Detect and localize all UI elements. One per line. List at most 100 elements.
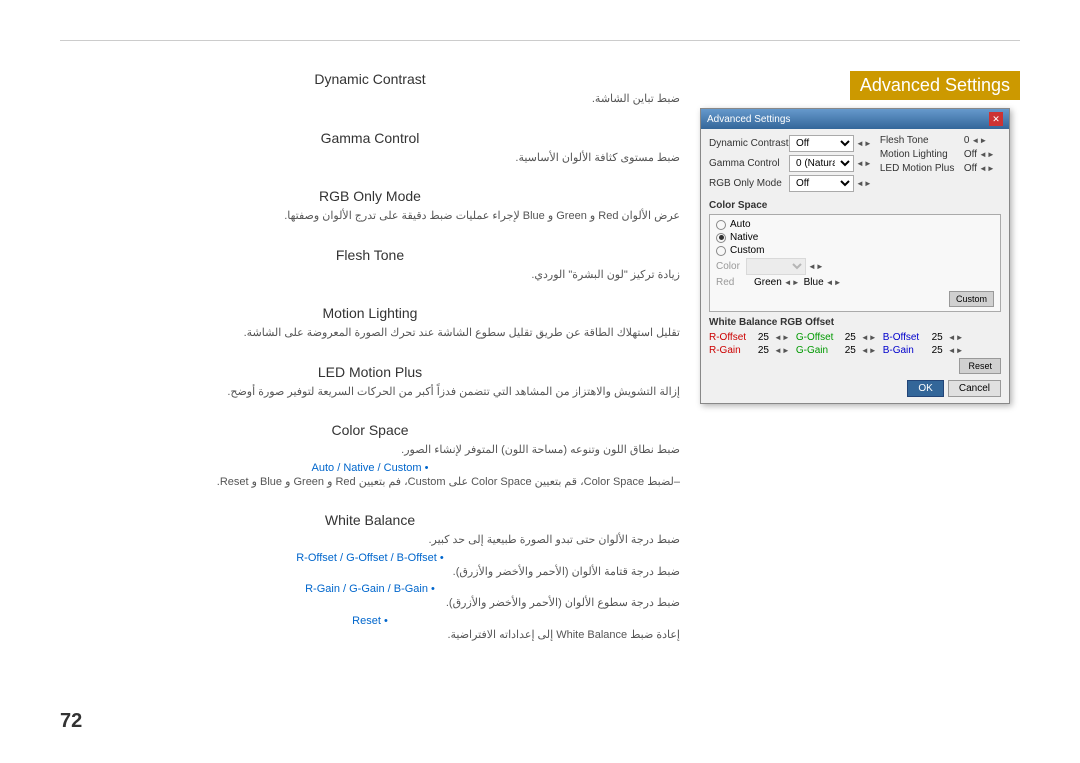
- cancel-button[interactable]: Cancel: [948, 380, 1001, 397]
- wb-reset-button[interactable]: Reset: [959, 358, 1001, 374]
- section-gamma-control: Gamma Control ضبط مستوى كثافة الألوان ال…: [60, 130, 680, 167]
- g-gain-label: G-Gain: [796, 345, 836, 356]
- r-gain-val: 25: [749, 345, 769, 356]
- section-color-space: Color Space ضبط نطاق اللون وتنوعه (مساحة…: [60, 422, 680, 490]
- blue-arrows: ◄►: [826, 278, 842, 287]
- wb-offset-links: R-Offset / G-Offset / B-Offset •: [60, 552, 680, 564]
- section-title-dynamic-contrast: Dynamic Contrast: [60, 71, 680, 87]
- dialog-top-rows: Dynamic Contrast Off ◄► Gamma Control: [709, 135, 1001, 195]
- color-space-box: Auto Native Custom Color: [709, 214, 1001, 312]
- wb-gain-row: R-Gain 25 ◄► G-Gain 25 ◄► B-Gain 25 ◄►: [709, 345, 1001, 356]
- b-gain-label: B-Gain: [883, 345, 923, 356]
- page-container: Dynamic Contrast ضبط تباين الشاشة. Gamma…: [0, 0, 1080, 763]
- right-panel: Advanced Settings Advanced Settings ✕: [700, 71, 1020, 665]
- wb-section: R-Offset 25 ◄► G-Offset 25 ◄► B-Offset 2…: [709, 332, 1001, 374]
- r-gain-arrows: ◄►: [774, 346, 790, 355]
- dialog-row-gamma: Gamma Control 0 (Natural) ◄►: [709, 155, 872, 172]
- advanced-settings-dialog: Advanced Settings ✕ Dynamic Contrast Off: [700, 108, 1010, 404]
- g-offset-arrows: ◄►: [861, 333, 877, 342]
- rgb-label: RGB Only Mode: [709, 178, 789, 189]
- gamma-label: Gamma Control: [709, 158, 789, 169]
- blue-label-inline: Blue: [804, 277, 824, 288]
- left-content: Dynamic Contrast ضبط تباين الشاشة. Gamma…: [60, 71, 680, 665]
- r-gain-label: R-Gain: [709, 345, 749, 356]
- color-arrows: ◄►: [808, 262, 824, 271]
- section-white-balance: White Balance ضبط درجة الألوان حتى تبدو …: [60, 512, 680, 643]
- flesh-arrows: ◄►: [971, 136, 987, 145]
- section-desc-color-space: ضبط نطاق اللون وتنوعه (مساحة اللون) المت…: [60, 442, 680, 459]
- g-offset-label: G-Offset: [796, 332, 836, 343]
- wb-offset-links-text: R-Offset / G-Offset / B-Offset •: [296, 552, 444, 564]
- r-offset-val: 25: [749, 332, 769, 343]
- dynamic-contrast-select[interactable]: Off: [789, 135, 854, 152]
- r-offset-arrows: ◄►: [774, 333, 790, 342]
- g-offset-val: 25: [836, 332, 856, 343]
- section-title-led-motion-plus: LED Motion Plus: [60, 364, 680, 380]
- gamma-select[interactable]: 0 (Natural): [789, 155, 854, 172]
- dialog-row-rgb: RGB Only Mode Off ◄►: [709, 175, 872, 192]
- section-flesh-tone: Flesh Tone زيادة تركيز "لون البشرة" الور…: [60, 247, 680, 284]
- dialog-row-led: LED Motion Plus Off ◄►: [880, 163, 1001, 174]
- rgb-arrows: ◄►: [856, 179, 872, 188]
- page-number: 72: [60, 710, 82, 733]
- rgb-select[interactable]: Off: [789, 175, 854, 192]
- motion-label: Motion Lighting: [880, 149, 960, 160]
- dialog-row-motion: Motion Lighting Off ◄►: [880, 149, 1001, 160]
- radio-custom: Custom: [716, 245, 994, 256]
- dialog-right-col: Flesh Tone 0 ◄► Motion Lighting Off ◄►: [880, 135, 1001, 195]
- r-offset-label: R-Offset: [709, 332, 749, 343]
- ok-button[interactable]: OK: [907, 380, 943, 397]
- dialog-close-button[interactable]: ✕: [989, 112, 1003, 126]
- g-gain-val: 25: [836, 345, 856, 356]
- g-gain-arrows: ◄►: [861, 346, 877, 355]
- section-desc-flesh-tone: زيادة تركيز "لون البشرة" الوردي.: [60, 267, 680, 284]
- b-gain-val: 25: [923, 345, 943, 356]
- radio-auto-dot: [716, 220, 726, 230]
- advanced-settings-container: Advanced Settings Advanced Settings ✕: [700, 71, 1020, 404]
- wb-gain-links-text: R-Gain / G-Gain / B-Gain •: [305, 583, 435, 595]
- motion-arrows: ◄►: [979, 150, 995, 159]
- section-color-space-sub: –لضبط Color Space، قم بتعيين Color Space…: [60, 474, 680, 491]
- content-area: Dynamic Contrast ضبط تباين الشاشة. Gamma…: [60, 71, 1020, 665]
- led-value: Off: [964, 163, 977, 174]
- section-dynamic-contrast: Dynamic Contrast ضبط تباين الشاشة.: [60, 71, 680, 108]
- flesh-value: 0: [964, 135, 970, 146]
- motion-value: Off: [964, 149, 977, 160]
- dialog-row-flesh: Flesh Tone 0 ◄►: [880, 135, 1001, 146]
- color-select[interactable]: [746, 258, 806, 275]
- dialog-btn-row: OK Cancel: [709, 380, 1001, 397]
- section-title-rgb-only-mode: RGB Only Mode: [60, 188, 680, 204]
- section-desc-led-motion-plus: إزالة التشويش والاهتزاز من المشاهد التي …: [60, 384, 680, 401]
- section-desc-rgb-only-mode: عرض الألوان Red و Green و Blue لإجراء عم…: [60, 208, 680, 225]
- section-desc-gamma-control: ضبط مستوى كثافة الألوان الأساسية.: [60, 150, 680, 167]
- dynamic-contrast-arrows: ◄►: [856, 139, 872, 148]
- b-gain-arrows: ◄►: [948, 346, 964, 355]
- b-offset-val: 25: [923, 332, 943, 343]
- radio-native-dot: [716, 233, 726, 243]
- section-desc-motion-lighting: تقليل استهلاك الطاقة عن طريق تقليل سطوع …: [60, 325, 680, 342]
- led-label: LED Motion Plus: [880, 163, 960, 174]
- dialog-row-dynamic-contrast: Dynamic Contrast Off ◄►: [709, 135, 872, 152]
- dynamic-contrast-label: Dynamic Contrast: [709, 138, 789, 149]
- custom-button[interactable]: Custom: [949, 291, 994, 307]
- green-label-inline: Green: [754, 277, 782, 288]
- b-offset-label: B-Offset: [883, 332, 923, 343]
- advanced-settings-title: Advanced Settings: [850, 71, 1020, 100]
- gamma-arrows: ◄►: [856, 159, 872, 168]
- radio-custom-label: Custom: [730, 245, 764, 256]
- dialog-title-text: Advanced Settings: [707, 114, 790, 125]
- wb-reset-link-text: Reset •: [352, 615, 388, 627]
- section-title-gamma-control: Gamma Control: [60, 130, 680, 146]
- wb-offset-row: R-Offset 25 ◄► G-Offset 25 ◄► B-Offset 2…: [709, 332, 1001, 343]
- section-desc-dynamic-contrast: ضبط تباين الشاشة.: [60, 91, 680, 108]
- section-title-color-space: Color Space: [60, 422, 680, 438]
- green-arrows: ◄►: [784, 278, 800, 287]
- wb-reset-desc: إعادة ضبط White Balance إلى إعداداته الا…: [60, 627, 680, 644]
- section-title-flesh-tone: Flesh Tone: [60, 247, 680, 263]
- led-arrows: ◄►: [979, 164, 995, 173]
- radio-auto: Auto: [716, 219, 994, 230]
- b-offset-arrows: ◄►: [948, 333, 964, 342]
- color-row-red: Red Green ◄► Blue ◄►: [716, 277, 994, 288]
- color-space-section-title: Color Space: [709, 200, 1001, 211]
- radio-native-label: Native: [730, 232, 758, 243]
